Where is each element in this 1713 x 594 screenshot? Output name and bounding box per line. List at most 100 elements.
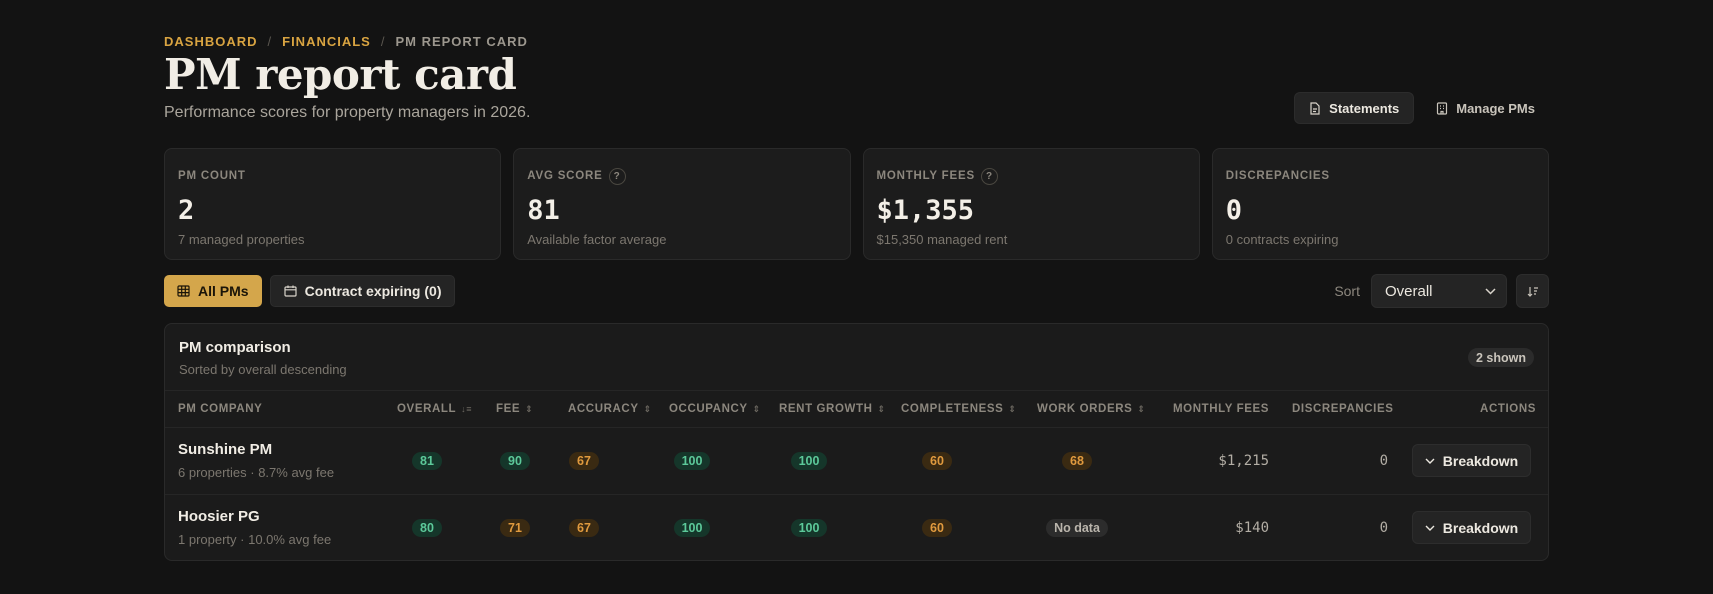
card-pm-count: PM COUNT 2 7 managed properties	[164, 148, 502, 260]
score-badge: 100	[673, 452, 711, 470]
breakdown-button[interactable]: Breakdown	[1412, 444, 1531, 477]
chevron-down-icon	[1485, 287, 1496, 295]
col-label: PM COMPANY	[178, 403, 263, 415]
breadcrumb-separator: /	[267, 34, 273, 49]
summary-cards: PM COUNT 2 7 managed properties AVG SCOR…	[164, 148, 1549, 260]
table-row: Hoosier PG 1 property · 10.0% avg fee 80…	[165, 494, 1548, 560]
score-badge: 71	[500, 519, 530, 537]
monthly-fees-value: $1,215	[1218, 453, 1269, 469]
breakdown-button[interactable]: Breakdown	[1412, 511, 1531, 544]
breadcrumb-dashboard[interactable]: DASHBOARD	[164, 34, 258, 49]
score-badge: 90	[500, 452, 530, 470]
sort-label: Sort	[1334, 283, 1360, 299]
sort-select[interactable]: Overall	[1371, 274, 1507, 308]
header-actions: Statements Manage PMs	[1294, 92, 1549, 124]
sort-controls: Sort Overall	[1334, 274, 1549, 308]
col-occupancy[interactable]: OCCUPANCY ⇕	[669, 403, 761, 415]
statements-label: Statements	[1329, 100, 1400, 116]
sort-descending-icon	[1527, 286, 1539, 297]
fee-cell: 71	[485, 495, 545, 561]
rent-growth-cell: 100	[779, 495, 839, 561]
work-orders-cell: 68	[1027, 428, 1127, 494]
page-subtitle: Performance scores for property managers…	[164, 104, 531, 121]
card-sub: 7 managed properties	[178, 232, 305, 247]
occupancy-cell: 100	[662, 495, 722, 561]
sort-both-icon: ⇕	[643, 403, 652, 414]
table-header: PM COMPANY OVERALL ↓≡ FEE ⇕ ACCURACY ⇕ OCCU…	[165, 391, 1548, 428]
card-value: 0	[1225, 195, 1243, 226]
statements-button[interactable]: Statements	[1294, 92, 1415, 124]
breadcrumb: DASHBOARD / FINANCIALS / PM REPORT CARD	[164, 34, 528, 49]
score-badge: 67	[569, 452, 599, 470]
help-icon[interactable]: ?	[980, 167, 998, 185]
sort-descending-icon: ↓≡	[461, 404, 473, 414]
filter-contract-expiring[interactable]: Contract expiring (0)	[269, 275, 456, 307]
score-badge: 68	[1062, 452, 1092, 470]
col-label: MONTHLY FEES	[1173, 403, 1270, 415]
col-label: FEE	[496, 403, 521, 415]
sort-both-icon: ⇕	[1008, 403, 1017, 414]
score-badge: 100	[790, 519, 828, 537]
monthly-fees-value: $140	[1235, 520, 1269, 536]
filter-tabs: All PMs Contract expiring (0)	[164, 275, 456, 307]
pm-meta: 1 property · 10.0% avg fee	[178, 532, 332, 547]
filter-all-label: All PMs	[198, 283, 249, 299]
card-value: 81	[527, 195, 560, 226]
accuracy-cell: 67	[554, 495, 614, 561]
panel-subtitle: Sorted by overall descending	[179, 362, 347, 377]
card-value: 2	[178, 195, 195, 226]
page-title: PM report card	[164, 50, 517, 99]
discrepancies-value: 0	[1379, 520, 1388, 536]
col-work-orders[interactable]: WORK ORDERS ⇕	[1037, 403, 1146, 415]
sort-both-icon: ⇕	[752, 403, 761, 414]
pm-comparison-panel: PM comparison Sorted by overall descendi…	[164, 323, 1549, 561]
col-monthly-fees: MONTHLY FEES	[1173, 403, 1269, 415]
card-sub: $15,350 managed rent	[876, 232, 1008, 247]
help-icon[interactable]: ?	[608, 167, 626, 185]
col-overall[interactable]: OVERALL ↓≡	[397, 403, 472, 415]
score-badge: 81	[412, 452, 442, 470]
col-label: DISCREPANCIES	[1292, 403, 1394, 415]
score-badge: 80	[412, 519, 442, 537]
col-label: COMPLETENESS	[901, 403, 1004, 415]
col-discrepancies: DISCREPANCIES	[1292, 403, 1394, 415]
rent-growth-cell: 100	[779, 428, 839, 494]
col-fee[interactable]: FEE ⇕	[496, 403, 533, 415]
score-badge: 60	[922, 452, 952, 470]
card-label-text: AVG SCORE	[527, 170, 603, 182]
col-label: ACTIONS	[1480, 403, 1536, 415]
col-label: RENT GROWTH	[779, 403, 873, 415]
filter-expiring-label: Contract expiring (0)	[304, 283, 442, 299]
card-label-text: PM COUNT	[178, 170, 246, 182]
breakdown-label: Breakdown	[1442, 452, 1519, 469]
calendar-icon	[283, 285, 297, 297]
sort-direction-button[interactable]	[1516, 274, 1549, 308]
filter-all-pms[interactable]: All PMs	[164, 275, 262, 307]
card-value: $1,355	[876, 195, 975, 226]
col-accuracy[interactable]: ACCURACY ⇕	[568, 403, 652, 415]
card-label-text: DISCREPANCIES	[1225, 170, 1330, 182]
overall-cell: 80	[397, 495, 457, 561]
card-monthly-fees: MONTHLY FEES ? $1,355 $15,350 managed re…	[862, 148, 1200, 260]
breadcrumb-current: PM REPORT CARD	[395, 34, 528, 49]
card-label: MONTHLY FEES ?	[876, 167, 1186, 185]
completeness-cell: 60	[907, 495, 967, 561]
breadcrumb-financials[interactable]: FINANCIALS	[282, 34, 371, 49]
completeness-cell: 60	[907, 428, 967, 494]
panel-header: PM comparison Sorted by overall descendi…	[165, 324, 1548, 391]
manage-pms-button[interactable]: Manage PMs	[1422, 92, 1549, 124]
pm-name[interactable]: Hoosier PG	[178, 508, 260, 525]
discrepancies-value: 0	[1379, 453, 1388, 469]
col-completeness[interactable]: COMPLETENESS ⇕	[901, 403, 1017, 415]
breakdown-label: Breakdown	[1442, 519, 1519, 536]
occupancy-cell: 100	[662, 428, 722, 494]
card-label-text: MONTHLY FEES	[876, 170, 975, 182]
card-sub: Available factor average	[527, 232, 667, 247]
card-sub: 0 contracts expiring	[1225, 232, 1339, 247]
col-rent-growth[interactable]: RENT GROWTH ⇕	[779, 403, 886, 415]
overall-cell: 81	[397, 428, 457, 494]
building-icon	[1436, 101, 1448, 115]
card-label: DISCREPANCIES	[1226, 169, 1535, 183]
pm-name[interactable]: Sunshine PM	[178, 441, 272, 458]
pm-meta: 6 properties · 8.7% avg fee	[178, 465, 335, 480]
